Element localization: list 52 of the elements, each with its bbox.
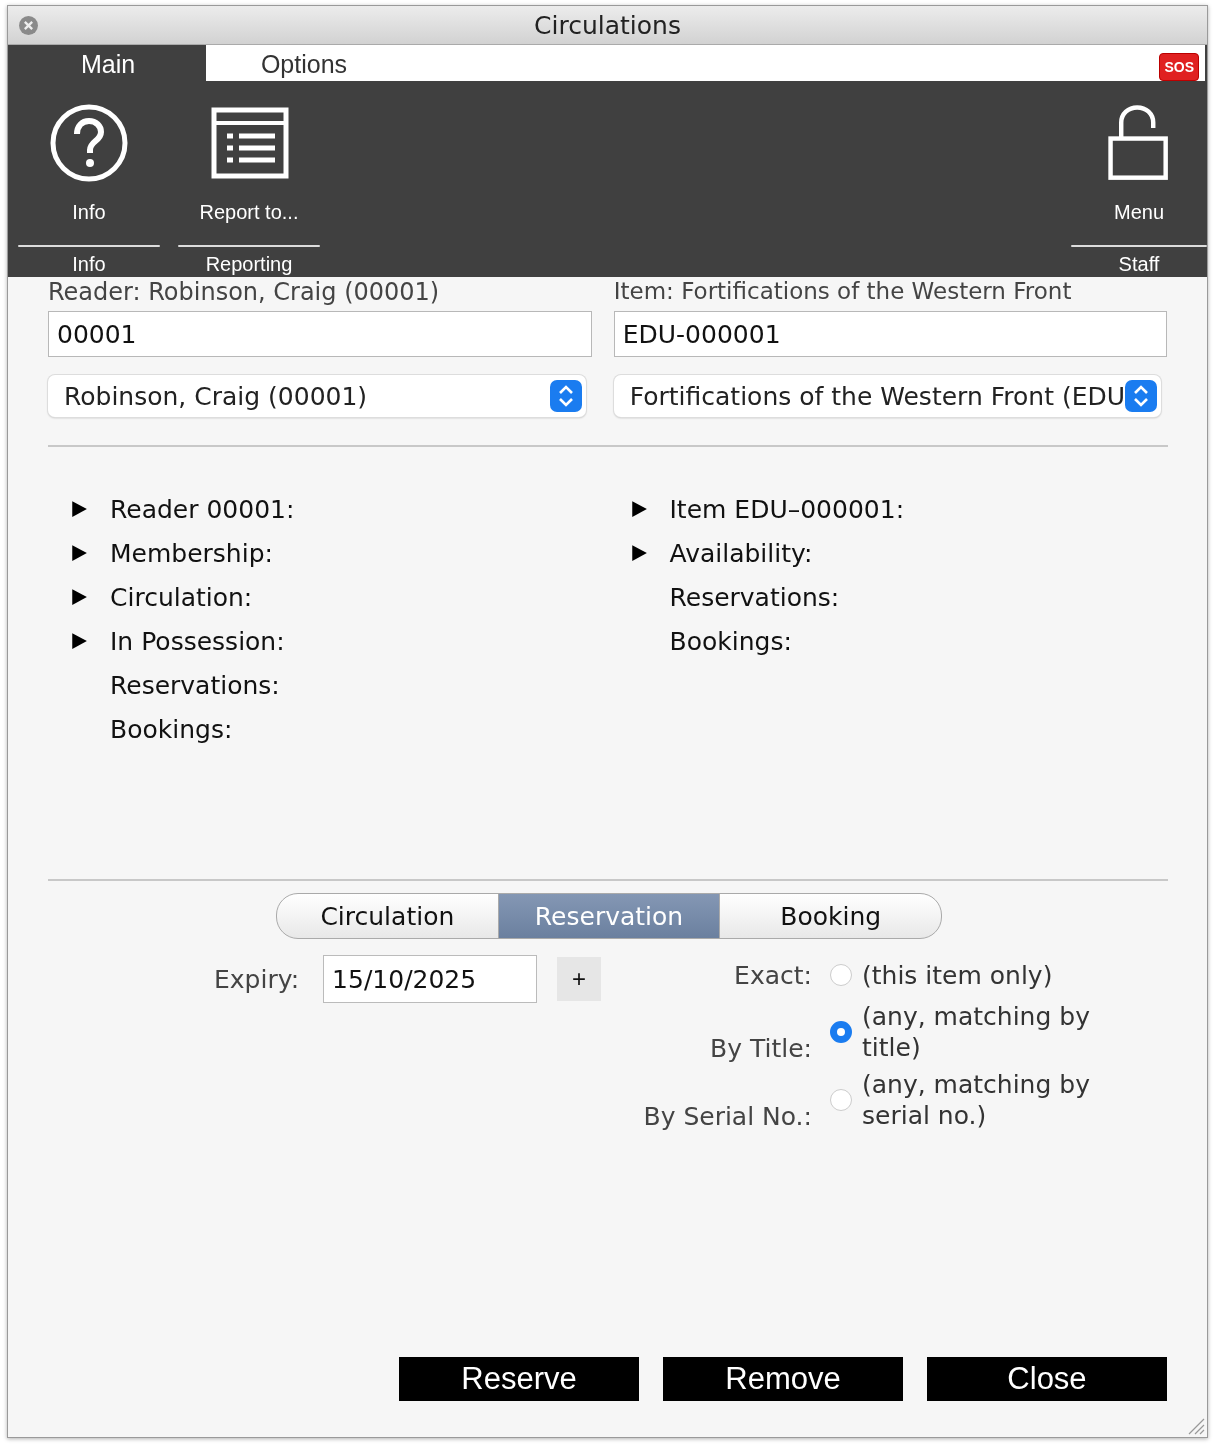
disclosure-triangle-icon[interactable] <box>70 588 88 606</box>
toolbar-group-label: Info <box>72 252 106 276</box>
action-button[interactable]: Remove <box>663 1357 903 1401</box>
detail-label: Membership: <box>110 538 273 568</box>
radio-button[interactable] <box>830 1021 852 1043</box>
detail-label: Reader 00001: <box>110 494 295 524</box>
option-label: By Title: <box>709 1034 813 1063</box>
reader-id-field[interactable]: 00001 <box>48 311 592 357</box>
item-label: Item: Fortifications of the Western Front <box>613 277 1073 305</box>
radio-label: (any, matching by serial no.) <box>862 1069 1091 1131</box>
detail-label: Reservations: <box>110 670 280 700</box>
option-label: Exact: <box>733 960 813 990</box>
action-button[interactable]: Reserve <box>399 1357 639 1401</box>
disclosure-triangle-icon[interactable] <box>70 544 88 562</box>
toolbar-group-label: Staff <box>1118 252 1160 276</box>
expiry-date-field[interactable]: 15/10/2025 <box>323 955 538 1003</box>
action-button[interactable]: Close <box>927 1357 1167 1401</box>
radio-button[interactable] <box>830 1089 852 1111</box>
window-title: Circulations <box>534 10 681 40</box>
radio-button[interactable] <box>830 964 852 986</box>
disclosure-triangle-icon[interactable] <box>629 500 648 518</box>
help-icon <box>49 103 129 183</box>
radio-label: (any, matching by title) <box>862 1001 1091 1063</box>
reader-dropdown[interactable]: Robinson, Craig (00001) <box>48 375 586 417</box>
item-dropdown[interactable]: Fortifications of the Western Front (EDU <box>613 375 1161 417</box>
detail-label: Circulation: <box>110 582 253 612</box>
close-icon[interactable] <box>18 15 39 36</box>
detail-label: Bookings: <box>669 626 792 656</box>
disclosure-triangle-icon[interactable] <box>70 632 88 650</box>
option-label: By Serial No.: <box>642 1102 813 1131</box>
stepper-icon <box>549 380 582 412</box>
stepper-icon <box>1125 380 1157 412</box>
add-button[interactable]: + <box>557 957 602 1001</box>
ribbon-tab[interactable]: Main <box>10 45 206 81</box>
detail-label: Bookings: <box>110 714 233 744</box>
toolbar-button[interactable]: Info <box>49 81 129 245</box>
radio-label: (this item only) <box>862 959 1054 991</box>
reader-label: Reader: Robinson, Craig (00001) <box>48 279 441 305</box>
expiry-label: Expiry: <box>214 964 300 994</box>
detail-label: Availability: <box>669 538 813 568</box>
toolbar-button[interactable]: Report to... <box>199 81 299 245</box>
item-id-field[interactable]: EDU-000001 <box>613 311 1167 357</box>
toolbar-group-label: Reporting <box>205 252 293 276</box>
disclosure-triangle-icon[interactable] <box>629 544 648 562</box>
disclosure-triangle-icon[interactable] <box>70 500 88 518</box>
sos-button[interactable]: SOS <box>1159 53 1199 81</box>
detail-label: Reservations: <box>669 582 840 612</box>
detail-label: In Possession: <box>110 626 285 656</box>
segment-tab[interactable]: Circulation <box>277 894 498 938</box>
segment-tab[interactable]: Booking <box>719 894 941 938</box>
toolbar-button[interactable]: Menu <box>1099 81 1179 245</box>
detail-label: Item EDU–000001: <box>669 494 905 524</box>
